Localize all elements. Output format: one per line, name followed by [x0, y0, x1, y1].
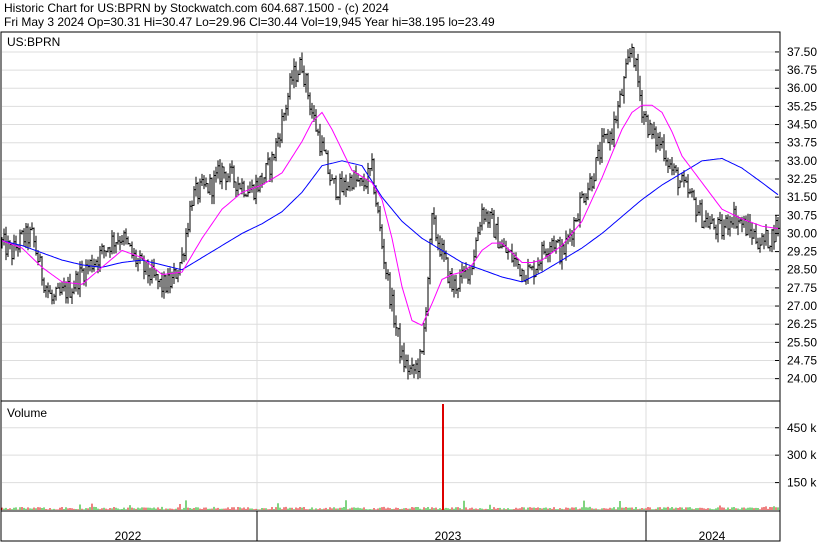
- price-tick-label: 34.50: [787, 118, 817, 132]
- price-tick-label: 24.75: [787, 353, 817, 367]
- volume-axis: 150 k 300 k 450 k: [787, 421, 817, 490]
- time-axis: 2022 2023 2024: [115, 511, 726, 543]
- volume-panel-title: Volume: [7, 406, 47, 420]
- price-bars: [1, 43, 780, 380]
- year-label: 2023: [435, 529, 462, 543]
- price-tick-label: 25.50: [787, 335, 817, 349]
- price-tick-label: 24.00: [787, 372, 817, 386]
- price-grid: [2, 33, 779, 400]
- price-tick-label: 27.00: [787, 299, 817, 313]
- price-tick-label: 32.25: [787, 172, 817, 186]
- ma-long-line: [1, 157, 779, 283]
- volume-tick-label: 450 k: [787, 421, 817, 435]
- price-tick-label: 36.75: [787, 63, 817, 77]
- volume-tick-label: 150 k: [787, 476, 817, 490]
- year-label: 2022: [115, 529, 142, 543]
- price-tick-label: 35.25: [787, 99, 817, 113]
- year-label: 2024: [699, 529, 726, 543]
- price-panel-frame: [0, 31, 781, 402]
- chart-canvas: 24.00 24.75 25.50 26.25 27.00 27.75 28.50 29.25…: [0, 31, 817, 543]
- price-tick-label: 31.50: [787, 190, 817, 204]
- price-tick-label: 28.50: [787, 263, 817, 277]
- price-tick-label: 26.25: [787, 317, 817, 331]
- price-tick-label: 30.00: [787, 226, 817, 240]
- price-panel-title: US:BPRN: [7, 35, 60, 49]
- volume-bars: [1, 404, 779, 510]
- volume-panel-frame: [0, 400, 781, 512]
- price-tick-label: 33.00: [787, 154, 817, 168]
- volume-tick-label: 300 k: [787, 448, 817, 462]
- price-tick-label: 37.50: [787, 45, 817, 59]
- price-tick-label: 29.25: [787, 245, 817, 259]
- price-tick-label: 33.75: [787, 136, 817, 150]
- stock-chart-window: Historic Chart for US:BPRN by Stockwatch…: [0, 0, 830, 543]
- price-tick-label: 36.00: [787, 81, 817, 95]
- volume-grid: [2, 402, 779, 510]
- price-tick-label: 27.75: [787, 281, 817, 295]
- price-axis: 24.00 24.75 25.50 26.25 27.00 27.75 28.50 29.25…: [787, 45, 817, 386]
- price-tick-label: 30.75: [787, 208, 817, 222]
